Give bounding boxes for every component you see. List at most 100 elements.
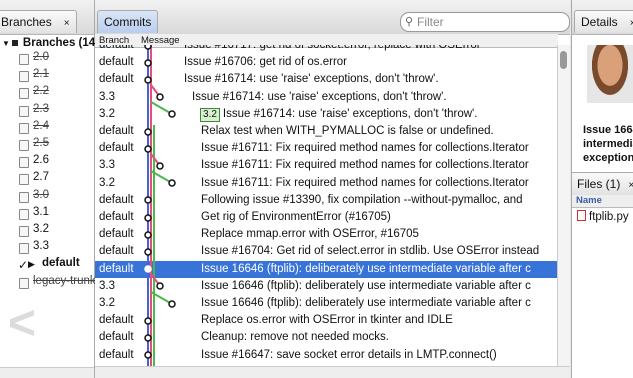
branch-item[interactable]: 2.5 [33, 137, 49, 149]
branch-item[interactable]: 3.1 [33, 206, 49, 218]
commit-message: Replace os.error with OSError in tkinter… [201, 314, 453, 326]
commit-row[interactable]: 3.3 Issue #16714: use 'raise' exceptions,… [95, 89, 558, 106]
commit-row[interactable]: default Relax test when WITH_PYMALLOC is … [95, 123, 558, 140]
commit-row[interactable]: default Issue #16706: get rid of os.error [95, 54, 558, 71]
details-summary-line-1: Issue 16646 [583, 124, 633, 136]
tab-details-label: Details [581, 15, 618, 29]
commit-row[interactable]: default Get rig of EnvironmentError (#167… [95, 209, 558, 226]
commit-message: Issue 16646 (ftplib): deliberately use i… [201, 263, 531, 275]
branch-item[interactable]: 2.1 [33, 68, 49, 80]
commit-row[interactable]: default Replace mmap.error with OSError, … [95, 226, 558, 243]
close-icon[interactable]: × [628, 180, 633, 191]
branch-checkbox[interactable] [19, 209, 29, 220]
branch-checkbox[interactable] [19, 243, 29, 254]
commit-message: Issue #16711: Fix required method names … [201, 159, 529, 171]
branch-checkbox[interactable] [19, 226, 29, 237]
commit-message-cell: Relax test when WITH_PYMALLOC is false o… [201, 123, 558, 140]
branch-checkbox[interactable] [19, 106, 29, 117]
commit-branch: 3.3 [99, 91, 115, 103]
branch-item[interactable]: 2.4 [33, 120, 49, 132]
tab-commits[interactable]: Commits [97, 10, 159, 33]
commit-message-cell: Issue 16646 (ftplib): deliberately use i… [201, 295, 558, 312]
branches-hscroll[interactable] [0, 367, 94, 378]
file-item[interactable]: ftplib.py [577, 210, 629, 223]
commit-message: Issue #16706: get rid of os.error [184, 56, 348, 68]
branch-checkbox[interactable] [19, 174, 29, 185]
files-name-column[interactable]: Name [572, 195, 633, 208]
commit-row[interactable]: 3.2 Issue 16646 (ftplib): deliberately us… [95, 295, 558, 312]
branch-item[interactable]: 2.0 [33, 51, 49, 63]
branch-item[interactable]: 3.0 [33, 189, 49, 201]
commit-branch: default [99, 314, 134, 326]
branch-checkbox[interactable] [19, 278, 29, 289]
branch-checkbox[interactable] [19, 123, 29, 134]
branch-checkbox[interactable] [19, 88, 29, 99]
commit-row[interactable]: default Issue #16717: get rid of socket.e… [95, 45, 558, 54]
branch-checkbox[interactable] [19, 140, 29, 151]
current-branch-icon: ▶ [28, 259, 35, 269]
tab-files[interactable]: Files (1) × [577, 177, 633, 191]
search-icon: ⚲ [405, 16, 414, 28]
tab-files-label: Files (1) [577, 177, 621, 191]
commit-message: Issue #16711: Fix required method names … [201, 177, 529, 189]
branches-header: Branches × [0, 0, 94, 35]
commit-branch: default [99, 331, 134, 343]
back-arrow-icon[interactable]: < [8, 300, 36, 348]
tab-details[interactable]: Details × [574, 10, 633, 33]
filter-input[interactable]: ⚲ Filter [400, 12, 570, 32]
disclosure-triangle-icon[interactable]: ▼ [2, 39, 10, 48]
commit-message-cell: Issue #16714: use 'raise' exceptions, do… [192, 89, 558, 106]
commit-row[interactable]: default Issue #16647: save socket error d… [95, 347, 558, 364]
commit-row[interactable]: 3.3 Issue 16646 (ftplib): deliberately us… [95, 278, 558, 295]
commit-row[interactable]: 3.2 3.2 Issue #16714: use 'raise' exceptio… [95, 106, 558, 123]
branch-checkbox[interactable] [19, 157, 29, 168]
close-icon[interactable]: × [64, 18, 70, 29]
branch-checkbox[interactable] [19, 192, 29, 203]
commits-pane: Commits ⚲ Filter Branch Message default I… [95, 0, 570, 378]
commit-row[interactable]: default Replace os.error with OSError in … [95, 312, 558, 329]
branch-item[interactable]: 2.7 [33, 171, 49, 183]
branch-checkbox[interactable] [19, 71, 29, 82]
commit-row[interactable]: 3.2 Issue #16711: Fix required method nam… [95, 175, 558, 192]
scroll-thumb[interactable] [560, 51, 567, 69]
commit-branch: default [99, 263, 134, 275]
commit-branch: default [99, 228, 134, 240]
commit-branch: default [99, 194, 134, 206]
commit-row[interactable]: default Issue 16646 (ftplib): deliberatel… [95, 261, 558, 278]
tab-branches-label: Branches [1, 15, 52, 29]
branch-item[interactable]: 2.3 [33, 103, 49, 115]
branch-item[interactable]: legacy-trunk [33, 275, 96, 287]
commit-message: Issue #16714: use 'raise' exceptions, do… [184, 73, 439, 85]
commit-row[interactable]: default Cleanup: remove not needed mocks. [95, 329, 558, 346]
branch-checkbox[interactable]: ✓ [18, 259, 28, 271]
commit-row[interactable]: 3.3 Issue #16711: Fix required method nam… [95, 157, 558, 174]
branch-item[interactable]: 2.6 [33, 154, 49, 166]
commit-message: Issue 16646 (ftplib): deliberately use i… [201, 297, 531, 309]
branch-item[interactable]: 3.2 [33, 223, 49, 235]
branch-checkbox[interactable] [19, 54, 29, 65]
commit-row[interactable]: default Issue #16711: Fix required method… [95, 140, 558, 157]
commit-message: Replace mmap.error with OSError, #16705 [201, 228, 419, 240]
commit-row[interactable]: default Issue #16714: use 'raise' excepti… [95, 71, 558, 88]
commit-message: Relax test when WITH_PYMALLOC is false o… [201, 125, 494, 137]
commit-message-cell: Issue #16706: get rid of os.error [184, 54, 558, 71]
branch-item[interactable]: default [42, 257, 80, 269]
branches-root[interactable]: ▼ Branches (14) [0, 37, 99, 49]
commit-message-cell: Issue #16711: Fix required method names … [201, 175, 558, 192]
commit-vscroll[interactable] [557, 45, 570, 366]
commit-row[interactable]: default Following issue #13390, fix compi… [95, 192, 558, 209]
files-header: Files (1) × [572, 172, 633, 196]
tab-branches[interactable]: Branches × [0, 10, 77, 33]
commit-hscroll[interactable] [95, 366, 570, 378]
file-name: ftplib.py [589, 211, 629, 223]
details-pane: Details× Issue 16646 intermediate except… [571, 0, 633, 378]
commit-row[interactable]: default Issue #16704: Get rid of select.e… [95, 243, 558, 260]
branches-root-checkbox[interactable] [11, 40, 18, 46]
branch-item[interactable]: 2.2 [33, 85, 49, 97]
commit-branch: 3.2 [99, 297, 115, 309]
branch-item[interactable]: 3.3 [33, 240, 49, 252]
commit-message-cell: Issue #16711: Fix required method names … [201, 157, 558, 174]
filter-placeholder: Filter [417, 15, 444, 29]
commit-branch: 3.2 [99, 108, 115, 120]
commit-message: Cleanup: remove not needed mocks. [201, 331, 389, 343]
